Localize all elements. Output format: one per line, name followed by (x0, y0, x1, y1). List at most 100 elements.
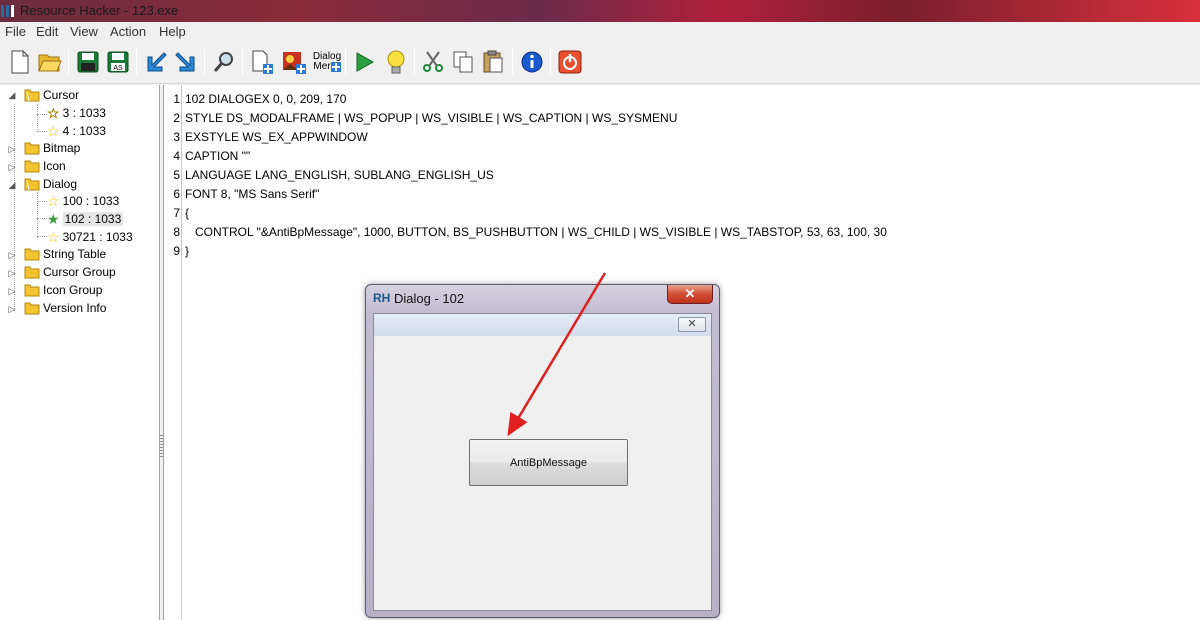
save-button[interactable] (74, 48, 102, 76)
tree-label-icon: Icon (43, 159, 66, 173)
tree-node-cursor-group[interactable]: Cursor Group (24, 263, 116, 281)
run-script-button[interactable] (172, 48, 200, 76)
hint-button[interactable] (382, 48, 410, 76)
app-icon (1, 5, 14, 17)
inner-close-button[interactable]: ✕ (678, 317, 706, 332)
tree-node-cursor-3[interactable]: ☆ 3 : 1033 (47, 104, 106, 122)
power-icon (558, 50, 582, 74)
tree-node-dialog-102[interactable]: ★ 102 : 1033 (47, 210, 124, 228)
add-image-icon (283, 52, 306, 74)
tree-label-bitmap: Bitmap (43, 141, 81, 155)
open-file-button[interactable] (36, 48, 64, 76)
dialog-close-button[interactable]: ✕ (667, 285, 713, 304)
scissors-icon (423, 51, 443, 72)
tree-label-cursor-3: 3 : 1033 (62, 106, 106, 120)
tree-node-bitmap[interactable]: Bitmap (24, 139, 80, 157)
line-number: 4 (173, 149, 180, 163)
dialog-menu-button[interactable]: Dialog Mer (312, 48, 342, 76)
line-number: 3 (173, 130, 180, 144)
tree-node-dialog[interactable]: Dialog (24, 175, 77, 193)
save-as-button[interactable]: AS (104, 48, 132, 76)
dialog-preview-window[interactable]: RH Dialog - 102 ✕ ✕ AntiBpMessage (365, 284, 720, 618)
expand-icon-group-toggle[interactable]: ▷ (7, 286, 17, 297)
code-line[interactable]: FONT 8, "MS Sans Serif" (185, 187, 319, 201)
folder-icon (24, 142, 40, 155)
tree-node-string-table[interactable]: String Table (24, 245, 106, 263)
tree-node-dialog-30721[interactable]: ☆ 30721 : 1033 (47, 228, 133, 246)
tree-label-icon-group: Icon Group (43, 283, 103, 297)
arrow-down-right-icon (175, 52, 195, 72)
tree-node-dialog-100[interactable]: ☆ 100 : 1033 (47, 192, 119, 210)
tree-label-string-table: String Table (43, 247, 107, 261)
cut-button[interactable] (419, 48, 447, 76)
code-line[interactable]: EXSTYLE WS_EX_APPWINDOW (185, 130, 368, 144)
paste-button[interactable] (479, 48, 507, 76)
line-number: 9 (173, 244, 180, 258)
folder-icon (24, 302, 40, 315)
rh-app-icon: RH (373, 291, 391, 305)
anti-bp-message-label: AntiBpMessage (509, 456, 588, 469)
line-number: 1 (173, 92, 180, 106)
add-resource-button[interactable] (248, 48, 276, 76)
star-icon: ☆ (47, 192, 60, 209)
code-line[interactable]: 102 DIALOGEX 0, 0, 209, 170 (185, 92, 346, 106)
tree-node-cursor[interactable]: Cursor (24, 86, 79, 104)
line-number: 7 (173, 206, 180, 220)
menu-file[interactable]: File (5, 24, 26, 39)
expand-string-table-toggle[interactable]: ▷ (7, 250, 17, 261)
dialog-preview-title: Dialog - 102 (394, 291, 465, 306)
code-line[interactable]: CAPTION "" (185, 149, 250, 163)
menu-action[interactable]: Action (110, 24, 146, 39)
code-line[interactable]: STYLE DS_MODALFRAME | WS_POPUP | WS_VISI… (185, 111, 677, 125)
line-number: 6 (173, 187, 180, 201)
folder-open-icon (24, 89, 40, 102)
find-button[interactable] (210, 48, 238, 76)
line-number: 8 (173, 225, 180, 239)
exit-button[interactable] (556, 48, 584, 76)
code-line[interactable]: CONTROL "&AntiBpMessage", 1000, BUTTON, … (185, 225, 887, 239)
folder-icon (24, 160, 40, 173)
anti-bp-message-button[interactable]: AntiBpMessage (469, 439, 628, 486)
code-line[interactable]: { (185, 206, 189, 220)
copy-button[interactable] (449, 48, 477, 76)
expand-bitmap-toggle[interactable]: ▷ (7, 144, 17, 155)
tree-label-cursor-group: Cursor Group (43, 265, 116, 279)
tree-node-version-info[interactable]: Version Info (24, 299, 106, 317)
play-icon (356, 52, 375, 72)
code-line[interactable]: LANGUAGE LANG_ENGLISH, SUBLANG_ENGLISH_U… (185, 168, 494, 182)
tree-label-cursor-4: 4 : 1033 (62, 124, 106, 138)
compile-button[interactable] (142, 48, 170, 76)
dialog-menu-label-bottom: Mer (313, 61, 331, 72)
tree-node-icon[interactable]: Icon (24, 157, 66, 175)
tree-label-dialog-100: 100 : 1033 (62, 194, 120, 208)
about-button[interactable] (518, 48, 546, 76)
add-file-icon (252, 50, 273, 74)
paste-icon (483, 50, 503, 73)
search-icon (213, 52, 233, 72)
new-file-button[interactable] (6, 48, 34, 76)
close-icon: ✕ (687, 318, 697, 330)
collapse-dialog-toggle[interactable]: ◢ (7, 180, 17, 191)
menu-edit[interactable]: Edit (36, 24, 58, 39)
menu-bar: File Edit View Action Help (0, 22, 1200, 42)
open-folder-icon (38, 54, 62, 72)
add-image-button[interactable] (280, 48, 308, 76)
collapse-cursor-toggle[interactable]: ◢ (7, 90, 17, 101)
menu-view[interactable]: View (70, 24, 98, 39)
info-icon (521, 51, 543, 73)
menu-help[interactable]: Help (159, 24, 186, 39)
expand-icon-toggle[interactable]: ▷ (7, 162, 17, 173)
expand-cursor-group-toggle[interactable]: ▷ (7, 268, 17, 279)
expand-version-info-toggle[interactable]: ▷ (7, 304, 17, 315)
copy-icon (453, 51, 473, 73)
folder-icon (24, 248, 40, 261)
lightbulb-icon (387, 50, 405, 74)
code-line[interactable]: } (185, 244, 189, 258)
new-file-icon (11, 50, 29, 74)
star-icon: ☆ (47, 228, 60, 245)
play-button[interactable] (350, 48, 378, 76)
tree-label-dialog-30721: 30721 : 1033 (62, 230, 133, 244)
tree-node-icon-group[interactable]: Icon Group (24, 281, 102, 299)
tree-label-cursor: Cursor (43, 88, 80, 102)
tree-node-cursor-4[interactable]: ☆ 4 : 1033 (47, 122, 106, 140)
